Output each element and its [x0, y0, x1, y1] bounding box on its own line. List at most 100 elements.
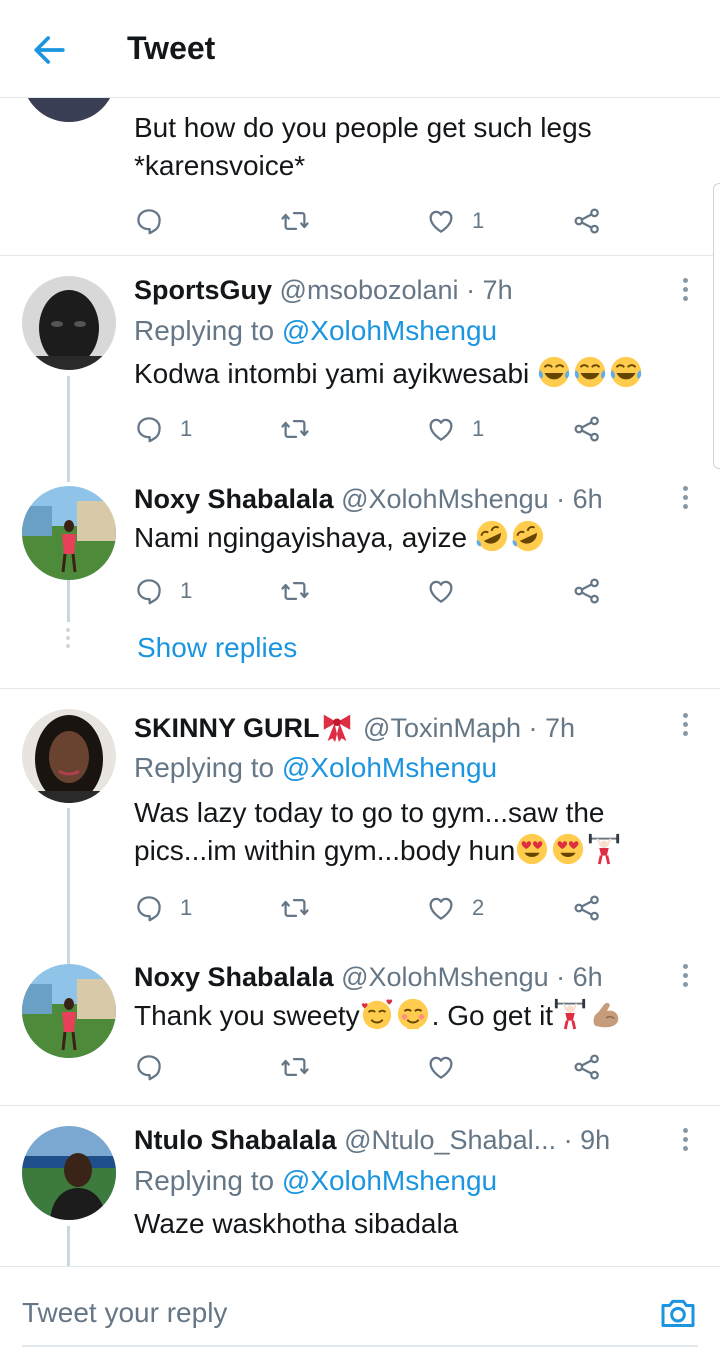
share-button[interactable]	[572, 893, 602, 923]
display-name[interactable]: Ntulo Shabalala	[134, 1125, 337, 1155]
share-button[interactable]	[572, 206, 602, 236]
retweet-icon	[280, 576, 310, 606]
heart-icon	[426, 206, 456, 236]
mention-link[interactable]: @XolohMshengu	[282, 315, 497, 346]
reply-count: 1	[180, 416, 193, 441]
flexed-biceps-emoji	[589, 997, 623, 1031]
tweet-actions: 1 1	[134, 414, 614, 444]
mention-link[interactable]: @XolohMshengu	[282, 752, 497, 783]
reply-button[interactable]: 1	[134, 414, 192, 444]
more-vertical-icon[interactable]	[678, 713, 692, 743]
like-count: 1	[472, 208, 485, 233]
username: @msobozolani	[279, 275, 459, 305]
like-count: 2	[472, 895, 485, 920]
blush-emoji	[396, 997, 430, 1031]
display-name[interactable]: SKINNY GURL	[134, 713, 320, 743]
tweet[interactable]: Noxy Shabalala @XolohMshengu · 6h Thank …	[0, 962, 720, 1105]
weightlifter-emoji	[553, 997, 587, 1031]
reply-button[interactable]: 1	[134, 893, 192, 923]
show-replies-link[interactable]: Show replies	[137, 632, 297, 664]
reply-count: 1	[180, 895, 193, 920]
like-count: 1	[472, 416, 485, 441]
like-button[interactable]: 1	[426, 206, 484, 236]
avatar[interactable]	[22, 709, 116, 803]
tweet[interactable]: Ntulo Shabalala @Ntulo_Shabal... · 9h Re…	[0, 1106, 720, 1266]
scrollbar[interactable]	[713, 183, 720, 469]
reply-icon	[134, 1052, 164, 1082]
username: @XolohMshengu	[341, 484, 549, 514]
avatar[interactable]	[22, 486, 116, 580]
more-vertical-icon[interactable]	[678, 486, 692, 516]
reply-button[interactable]	[134, 206, 164, 236]
tweet[interactable]: SportsGuy @msobozolani · 7h Replying to …	[0, 256, 720, 482]
timestamp: · 6h	[556, 484, 603, 514]
reply-count: 1	[180, 578, 193, 603]
like-button[interactable]: 1	[426, 414, 484, 444]
share-icon	[572, 893, 602, 923]
replying-label: Replying to	[134, 1165, 275, 1196]
retweet-icon	[280, 1052, 310, 1082]
like-button[interactable]	[426, 576, 456, 606]
tweet-text: Nami ngingayishaya, ayize	[134, 519, 694, 557]
retweet-button[interactable]	[280, 206, 310, 236]
like-button[interactable]	[426, 1052, 456, 1082]
tweet-header: Noxy Shabalala @XolohMshengu · 6h	[134, 482, 603, 516]
more-vertical-icon[interactable]	[678, 1128, 692, 1158]
display-name[interactable]: Noxy Shabalala	[134, 484, 334, 514]
retweet-button[interactable]	[280, 893, 310, 923]
tweet-actions: 1	[134, 576, 614, 606]
camera-icon[interactable]	[658, 1293, 698, 1333]
heart-icon	[426, 893, 456, 923]
arrow-left-icon[interactable]	[28, 28, 72, 72]
tweet-text-content: pics...im within gym...body hun	[134, 835, 516, 866]
tweet-text: Waze waskhotha sibadala	[134, 1208, 459, 1239]
more-vertical-icon[interactable]	[678, 278, 692, 308]
share-button[interactable]	[572, 414, 602, 444]
top-app-bar: Tweet	[0, 0, 720, 98]
tweet-header: Noxy Shabalala @XolohMshengu · 6h	[134, 960, 603, 994]
reply-button[interactable]: 1	[134, 576, 192, 606]
joy-emoji	[537, 355, 571, 389]
like-button[interactable]: 2	[426, 893, 484, 923]
username: @XolohMshengu	[341, 962, 549, 992]
tweet-text: Kodwa intombi yami ayikwesabi	[134, 355, 694, 393]
retweet-button[interactable]	[280, 414, 310, 444]
smiling-hearts-emoji	[360, 997, 394, 1031]
timestamp: · 7h	[466, 275, 513, 305]
tweet-text-content-2: . Go get it	[431, 1000, 554, 1031]
avatar[interactable]	[22, 964, 116, 1058]
tweet-header: SKINNY GURL @ToxinMaph · 7h	[134, 709, 575, 745]
tweet-partial[interactable]: But how do you people get such legs *kar…	[0, 98, 720, 256]
retweet-button[interactable]	[280, 1052, 310, 1082]
reply-input[interactable]: Tweet your reply	[22, 1297, 227, 1329]
avatar[interactable]	[22, 1126, 116, 1220]
mention-link[interactable]: @XolohMshengu	[282, 1165, 497, 1196]
tweet-text: But how do you people get such legs *kar…	[134, 112, 592, 181]
display-name[interactable]: Noxy Shabalala	[134, 962, 334, 992]
reply-composer: Tweet your reply	[0, 1266, 720, 1355]
rofl-emoji	[511, 519, 545, 553]
retweet-icon	[280, 414, 310, 444]
tweet[interactable]: Noxy Shabalala @XolohMshengu · 6h Nami n…	[0, 482, 720, 688]
share-button[interactable]	[572, 576, 602, 606]
retweet-icon	[280, 206, 310, 236]
reply-icon	[134, 206, 164, 236]
tweet-text-content: Kodwa intombi yami ayikwesabi	[134, 358, 530, 389]
reply-button[interactable]	[134, 1052, 164, 1082]
replies-feed: But how do you people get such legs *kar…	[0, 98, 720, 1266]
retweet-button[interactable]	[280, 576, 310, 606]
more-vertical-icon[interactable]	[678, 964, 692, 994]
share-button[interactable]	[572, 1052, 602, 1082]
tweet-actions: 1	[134, 206, 614, 236]
avatar[interactable]	[22, 276, 116, 370]
avatar[interactable]	[22, 98, 116, 122]
username: @ToxinMaph	[363, 713, 522, 743]
tweet-text: Thank you sweety . Go get it	[134, 997, 694, 1035]
heart-eyes-emoji	[551, 832, 585, 866]
tweet-text-line: Was lazy today to go to gym...saw the	[134, 797, 605, 828]
joy-emoji	[609, 355, 643, 389]
display-name[interactable]: SportsGuy	[134, 275, 272, 305]
tweet-text-content: Nami ngingayishaya, ayize	[134, 522, 468, 553]
ribbon-emoji	[320, 709, 354, 743]
heart-icon	[426, 1052, 456, 1082]
